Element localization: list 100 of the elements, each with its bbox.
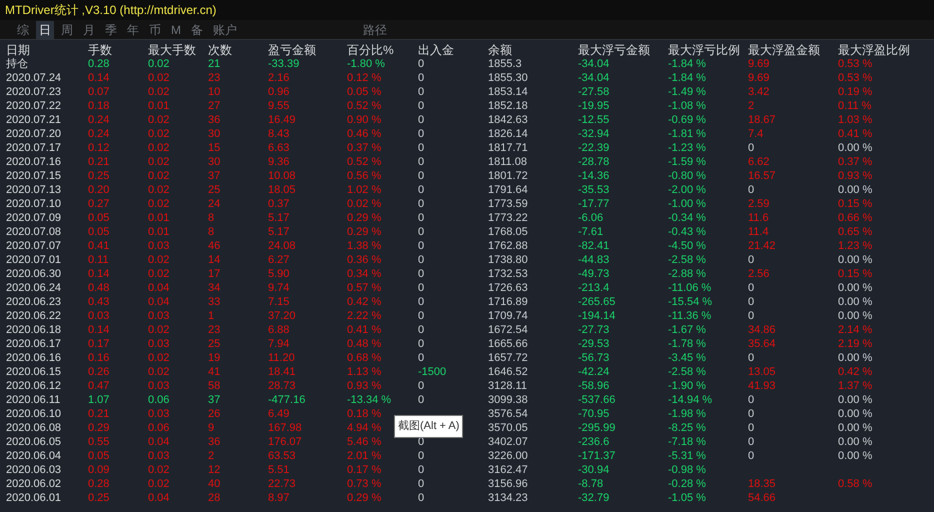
table-cell: 0.00 % xyxy=(838,435,872,449)
table-cell: 0.48 % xyxy=(347,337,382,351)
table-cell: 2.16 xyxy=(268,71,290,85)
table-cell: 0 xyxy=(418,197,424,211)
table-cell: 8.97 xyxy=(268,491,290,505)
table-cell: 28 xyxy=(208,491,220,505)
window-title: MTDriver统计 ,V3.10 (http://mtdriver.cn) xyxy=(5,2,216,19)
table-cell: 0.42 % xyxy=(347,295,382,309)
table-cell: 0.04 xyxy=(148,295,170,309)
table-cell: 0.21 xyxy=(88,155,110,169)
table-cell: 1738.80 xyxy=(488,253,528,267)
table-cell: 0 xyxy=(748,421,754,435)
table-cell: 1855.30 xyxy=(488,71,528,85)
tab[interactable]: 综 xyxy=(14,20,32,38)
table-cell: 0.00 % xyxy=(838,393,872,407)
table-cell: 24.08 xyxy=(268,239,296,253)
table-cell: 26 xyxy=(208,407,220,421)
table-cell: -1.84 % xyxy=(668,57,706,71)
column-header: 手数 xyxy=(88,43,112,57)
table-cell: 0 xyxy=(748,435,754,449)
table-cell: 0.02 xyxy=(148,253,170,267)
table-cell: -6.06 xyxy=(578,211,604,225)
tab[interactable]: 周 xyxy=(58,20,76,38)
table-cell: 0.02 xyxy=(148,477,170,491)
tab[interactable]: 季 xyxy=(102,20,120,38)
table-cell: 9.69 xyxy=(748,57,770,71)
table-cell: -1.81 % xyxy=(668,127,706,141)
table-cell: 0.05 xyxy=(88,211,110,225)
table-cell: 0 xyxy=(748,407,754,421)
tab[interactable]: 账户 xyxy=(210,20,240,38)
table-cell: 0 xyxy=(418,281,424,295)
table-cell: 37.20 xyxy=(268,309,296,323)
table-cell: 13.05 xyxy=(748,365,776,379)
table-cell: 3099.38 xyxy=(488,393,528,407)
table-cell: 28.73 xyxy=(268,379,296,393)
table-cell: 3226.00 xyxy=(488,449,528,463)
table-cell: 0.02 xyxy=(148,141,170,155)
date-cell: 2020.06.03 xyxy=(6,463,62,477)
table-cell: 1811.08 xyxy=(488,155,527,169)
table-cell: 0 xyxy=(748,281,754,295)
table-cell: -1500 xyxy=(418,365,446,379)
table-cell: 0.29 xyxy=(88,421,110,435)
table-cell: 0.02 xyxy=(148,169,170,183)
table-cell: -1.67 % xyxy=(668,323,706,337)
table-cell: -2.00 % xyxy=(668,183,706,197)
table-cell: 0.12 xyxy=(88,141,110,155)
table-cell: 0.03 xyxy=(148,407,170,421)
table-cell: 37 xyxy=(208,169,220,183)
table-cell: -56.73 xyxy=(578,351,610,365)
date-cell: 2020.07.01 xyxy=(6,253,62,267)
date-cell: 2020.06.02 xyxy=(6,477,62,491)
tab[interactable]: 备 xyxy=(188,20,206,38)
table-cell: 24 xyxy=(208,197,220,211)
tab[interactable]: 月 xyxy=(80,20,98,38)
table-cell: 8 xyxy=(208,225,214,239)
path-button[interactable]: 路径 xyxy=(360,20,390,38)
table-cell: 0.14 xyxy=(88,323,110,337)
table-cell: 0.11 % xyxy=(838,99,872,113)
table-cell: 0.41 % xyxy=(347,323,382,337)
table-cell: -477.16 xyxy=(268,393,306,407)
table-cell: -13.34 % xyxy=(347,393,392,407)
tab[interactable]: 日 xyxy=(36,20,54,38)
tab[interactable]: 年 xyxy=(124,20,142,38)
table-cell: -58.96 xyxy=(578,379,610,393)
table-cell: 1716.89 xyxy=(488,295,528,309)
date-cell: 2020.06.11 xyxy=(6,393,60,407)
table-cell: -35.53 xyxy=(578,183,610,197)
date-cell: 2020.06.04 xyxy=(6,449,62,463)
table-cell: 2 xyxy=(208,449,214,463)
table-cell: 6.27 xyxy=(268,253,290,267)
table-cell: 0 xyxy=(418,337,424,351)
table-cell: 0.90 % xyxy=(347,113,382,127)
table-cell: 0.02 xyxy=(148,365,170,379)
table-cell: 1.38 % xyxy=(347,239,382,253)
table-cell: 1657.72 xyxy=(488,351,528,365)
table-cell: 1709.74 xyxy=(488,309,528,323)
table-cell: -17.77 xyxy=(578,197,610,211)
date-cell: 2020.07.22 xyxy=(6,99,62,113)
table-cell: 0.00 % xyxy=(838,407,872,421)
table-cell: 18.41 xyxy=(268,365,296,379)
table-cell: -0.80 % xyxy=(668,169,706,183)
date-cell: 2020.06.10 xyxy=(6,407,62,421)
table-cell: -27.73 xyxy=(578,323,610,337)
table-cell: 1646.52 xyxy=(488,365,528,379)
table-cell: 0 xyxy=(418,183,424,197)
table-cell: 16.57 xyxy=(748,169,776,183)
table-cell: 1672.54 xyxy=(488,323,528,337)
tab[interactable]: 币 xyxy=(146,20,164,38)
table-cell: -11.36 % xyxy=(668,309,712,323)
date-cell: 2020.06.30 xyxy=(6,267,62,281)
table-cell: 6.49 xyxy=(268,407,290,421)
table-cell: 0.02 xyxy=(148,463,170,477)
column-header: 百分比% xyxy=(347,43,394,57)
table-cell: -8.25 % xyxy=(668,421,706,435)
table-cell: 0.46 % xyxy=(347,127,382,141)
table-cell: 2 xyxy=(748,99,754,113)
date-cell: 2020.07.15 xyxy=(6,169,62,183)
table-cell: -7.61 xyxy=(578,225,604,239)
table-cell: 3162.47 xyxy=(488,463,528,477)
tab[interactable]: M xyxy=(168,20,184,38)
